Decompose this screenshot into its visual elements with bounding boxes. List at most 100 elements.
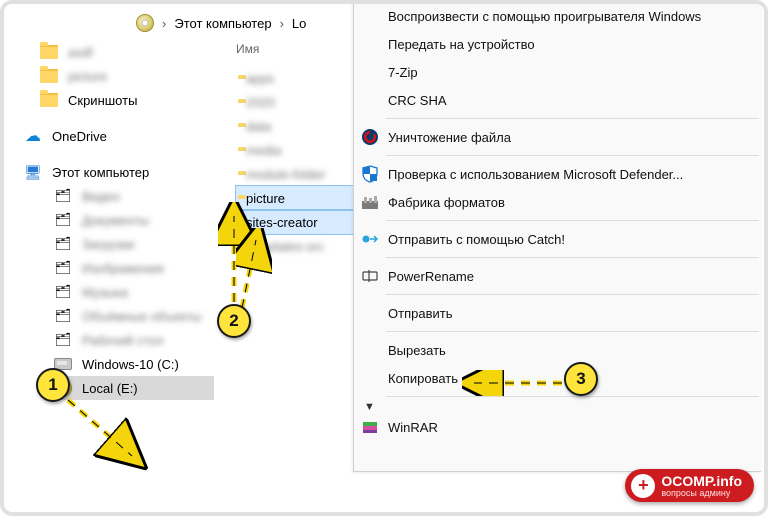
sidebar-item-label: Скриншоты (68, 93, 137, 108)
file-row[interactable]: module-folder (236, 162, 354, 186)
system-folder-icon: 🗂 (54, 235, 72, 253)
sidebar-pc-item[interactable]: 🗂 Загрузки (50, 232, 214, 256)
ctx-label: CRC SHA (388, 93, 447, 108)
ctx-label: Отправить с помощью Catch! (388, 232, 565, 247)
system-folder-icon: 🗂 (54, 331, 72, 349)
winrar-icon (360, 417, 380, 437)
annotation-marker-3: 3 (564, 362, 598, 396)
breadcrumb-drive[interactable]: Lo (292, 16, 306, 31)
sidebar-item-label: Изображения (82, 261, 164, 276)
sidebar-this-pc[interactable]: 🖥 Этот компьютер (24, 160, 214, 184)
sidebar-pc-item[interactable]: 🗂Изображения (50, 256, 214, 280)
annotation-arrow-3 (462, 370, 572, 396)
separator (386, 331, 759, 332)
context-menu: Воспроизвести с помощью проигрывателя Wi… (353, 2, 761, 472)
sidebar-item-label: OneDrive (52, 129, 107, 144)
sidebar-onedrive[interactable]: ☁ OneDrive (24, 124, 214, 148)
annotation-arrow-1 (62, 392, 150, 472)
sidebar-item-label: Документы (82, 213, 149, 228)
ctx-cast-to-device[interactable]: Передать на устройство (354, 30, 761, 58)
sidebar-item-label: Объёмные объекты (82, 309, 202, 324)
separator (386, 220, 759, 221)
plus-icon: + (631, 474, 655, 498)
separator (386, 118, 759, 119)
ctx-label: Вырезать (388, 343, 446, 358)
file-name: 2020 (246, 95, 275, 110)
sidebar-pc-item[interactable]: 🗂Видео (50, 184, 214, 208)
sidebar-item-label: Этот компьютер (52, 165, 149, 180)
sidebar-item-label: picture (68, 69, 107, 84)
chevron-right-icon: › (280, 16, 284, 31)
ctx-format-factory[interactable]: Фабрика форматов (354, 188, 761, 216)
file-name: apps (246, 71, 274, 86)
ccleaner-icon (360, 127, 380, 147)
file-row[interactable]: 2020 (236, 90, 354, 114)
ctx-catch-send[interactable]: Отправить с помощью Catch! (354, 225, 761, 253)
file-name: data (246, 119, 271, 134)
ctx-label: Копировать (388, 371, 458, 386)
system-folder-icon: 🗂 (54, 307, 72, 325)
sidebar-quick-item[interactable]: picture (36, 64, 214, 88)
expand-chevron-icon[interactable]: ▼ (354, 401, 761, 413)
sidebar-pc-item[interactable]: 🗂Музыка (50, 280, 214, 304)
ctx-send-to[interactable]: Отправить (354, 299, 761, 327)
folder-icon (40, 91, 58, 109)
ctx-powerrename[interactable]: PowerRename (354, 262, 761, 290)
ctx-cut[interactable]: Вырезать (354, 336, 761, 364)
sidebar-item-label: Windows-10 (C:) (82, 357, 179, 372)
ctx-secure-delete[interactable]: Уничтожение файла (354, 123, 761, 151)
onedrive-icon: ☁ (24, 127, 42, 145)
file-name: media (246, 143, 281, 158)
rename-icon (360, 266, 380, 286)
sidebar-item-label: Музыка (82, 285, 128, 300)
marker-label: 2 (229, 311, 238, 331)
separator (386, 396, 759, 397)
ctx-label: Уничтожение файла (388, 130, 511, 145)
ctx-label: Проверка с использованием Microsoft Defe… (388, 167, 683, 182)
ctx-label: Фабрика форматов (388, 195, 505, 210)
sidebar-pc-item[interactable]: 🗂 Документы (50, 208, 214, 232)
separator (386, 155, 759, 156)
ctx-label: Отправить (388, 306, 452, 321)
ctx-label: Передать на устройство (388, 37, 535, 52)
column-header-name[interactable]: Имя (236, 42, 259, 56)
marker-label: 3 (576, 369, 585, 389)
separator (386, 294, 759, 295)
file-row[interactable]: media (236, 138, 354, 162)
sidebar-quick-item[interactable]: asdf (36, 40, 214, 64)
ctx-label: Воспроизвести с помощью проигрывателя Wi… (388, 9, 701, 24)
watermark-title: OCOMP.info (661, 473, 742, 489)
cd-icon (136, 14, 154, 32)
ctx-label: WinRAR (388, 420, 438, 435)
annotation-marker-1: 1 (36, 368, 70, 402)
system-folder-icon: 🗂 (54, 211, 72, 229)
marker-label: 1 (48, 375, 57, 395)
sidebar-item-label: asdf (68, 45, 93, 60)
sidebar-item-label: Загрузки (82, 237, 134, 252)
ctx-winrar[interactable]: WinRAR (354, 413, 761, 441)
sidebar-quick-item-screenshots[interactable]: Скриншоты (36, 88, 214, 112)
ctx-play-media[interactable]: Воспроизвести с помощью проигрывателя Wi… (354, 2, 761, 30)
sidebar-drive-c[interactable]: Windows-10 (C:) (50, 352, 214, 376)
file-row[interactable]: apps (236, 66, 354, 90)
file-row[interactable]: data (236, 114, 354, 138)
pc-icon: 🖥 (24, 163, 42, 181)
catch-icon (360, 229, 380, 249)
ctx-7zip[interactable]: 7-Zip (354, 58, 761, 86)
file-name: module-folder (246, 167, 326, 182)
ctx-defender-scan[interactable]: Проверка с использованием Microsoft Defe… (354, 160, 761, 188)
watermark-sub: вопросы админу (661, 489, 742, 498)
defender-icon (360, 164, 380, 184)
ctx-crc-sha[interactable]: CRC SHA (354, 86, 761, 114)
annotation-arrow-2b (236, 228, 272, 314)
folder-icon (40, 67, 58, 85)
sidebar-pc-item[interactable]: 🗂 Объёмные объекты (50, 304, 214, 328)
ctx-label: PowerRename (388, 269, 474, 284)
annotation-marker-2: 2 (217, 304, 251, 338)
sidebar-item-label: Видео (82, 189, 120, 204)
watermark-badge: + OCOMP.info вопросы админу (625, 469, 754, 502)
folder-icon (40, 43, 58, 61)
breadcrumb-location[interactable]: Этот компьютер (174, 16, 271, 31)
breadcrumb[interactable]: › Этот компьютер › Lo (136, 8, 306, 38)
sidebar-pc-item[interactable]: 🗂Рабочий стол (50, 328, 214, 352)
